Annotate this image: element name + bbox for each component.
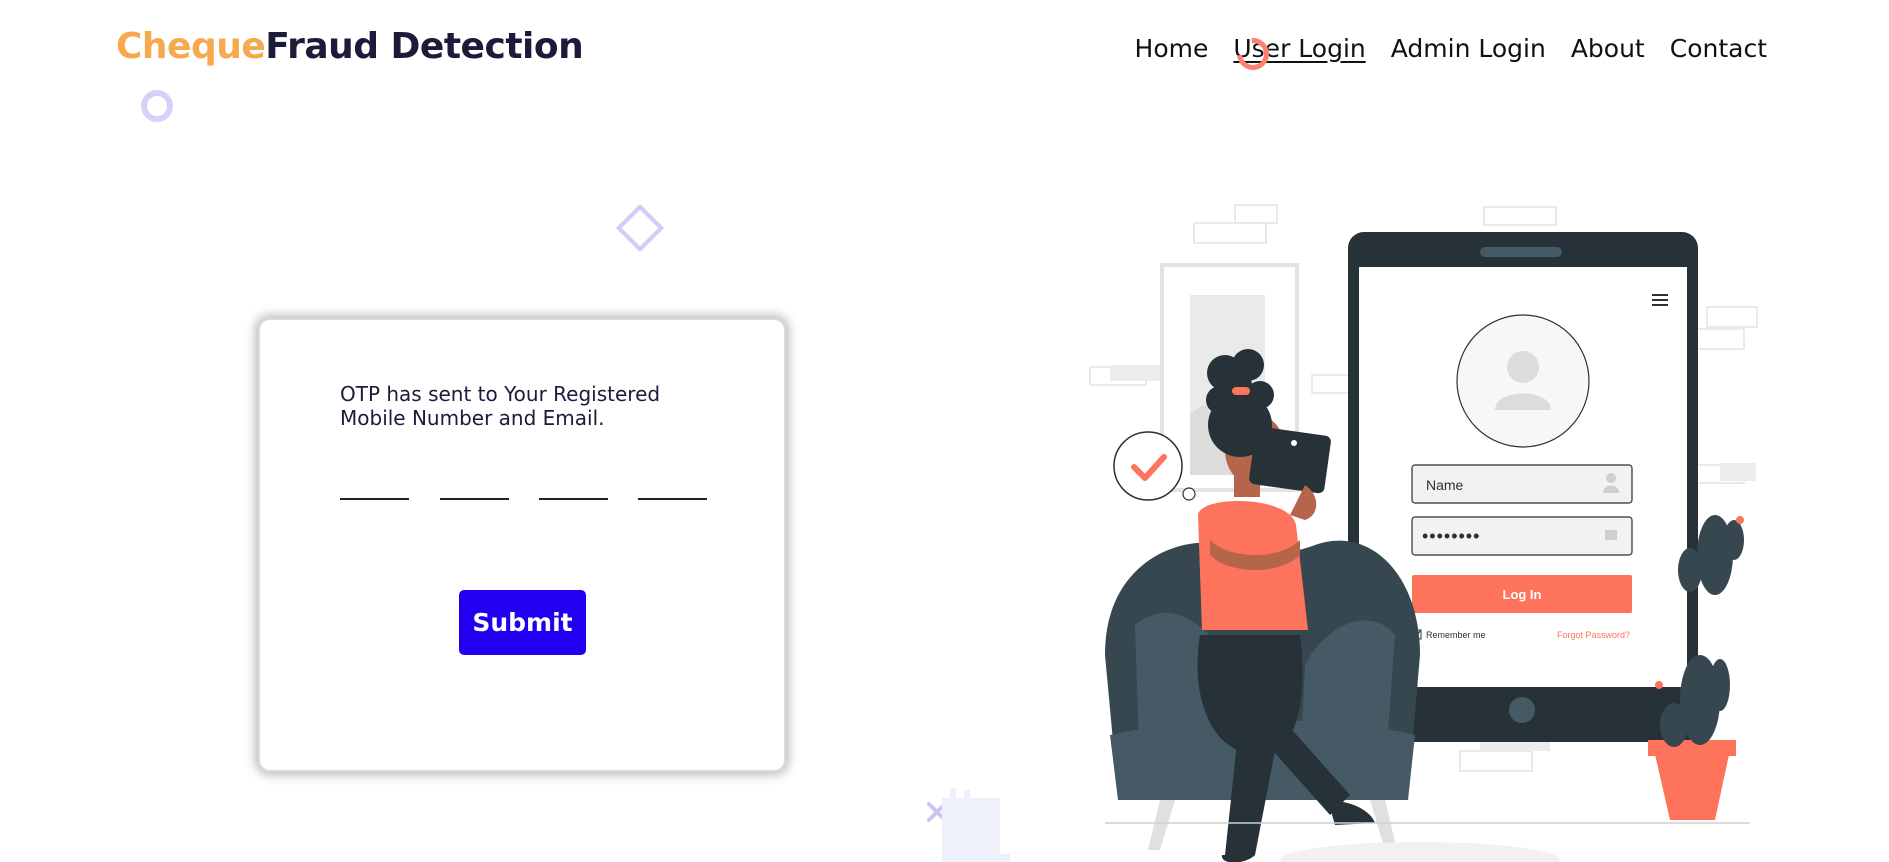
floor-shadow bbox=[1280, 842, 1560, 862]
nav-about[interactable]: About bbox=[1571, 34, 1645, 63]
decorative-ring-purple bbox=[141, 90, 173, 122]
illustration-password-dots: •••••••• bbox=[1422, 526, 1480, 546]
illustration-name-label: Name bbox=[1426, 477, 1464, 493]
login-illustration: Name •••••••• Log In Remember me Forgot … bbox=[1089, 204, 1758, 862]
otp-digit-1[interactable] bbox=[340, 468, 409, 500]
otp-card: OTP has sent to Your Registered Mobile N… bbox=[258, 318, 786, 772]
illustration-remember-me: Remember me bbox=[1426, 630, 1486, 640]
otp-digit-3[interactable] bbox=[539, 468, 608, 500]
decorative-building bbox=[942, 788, 1010, 862]
nav-home[interactable]: Home bbox=[1135, 34, 1209, 63]
decorative-diamond bbox=[615, 203, 665, 253]
otp-digit-2[interactable] bbox=[440, 468, 509, 500]
illustration-login-button: Log In bbox=[1503, 587, 1542, 602]
nav-admin-login[interactable]: Admin Login bbox=[1391, 34, 1546, 63]
nav-contact[interactable]: Contact bbox=[1670, 34, 1767, 63]
brand-logo[interactable]: ChequeFraud Detection bbox=[116, 26, 584, 67]
brand-part-fraud-detection: Fraud Detection bbox=[265, 26, 584, 67]
brand-part-cheque: Cheque bbox=[116, 26, 266, 67]
otp-digit-4[interactable] bbox=[638, 468, 707, 500]
otp-message: OTP has sent to Your Registered Mobile N… bbox=[340, 382, 661, 430]
illustration-forgot-password: Forgot Password? bbox=[1557, 630, 1630, 640]
main-nav: Home User Login Admin Login About Contac… bbox=[1135, 34, 1767, 63]
submit-button[interactable]: Submit bbox=[459, 590, 586, 655]
